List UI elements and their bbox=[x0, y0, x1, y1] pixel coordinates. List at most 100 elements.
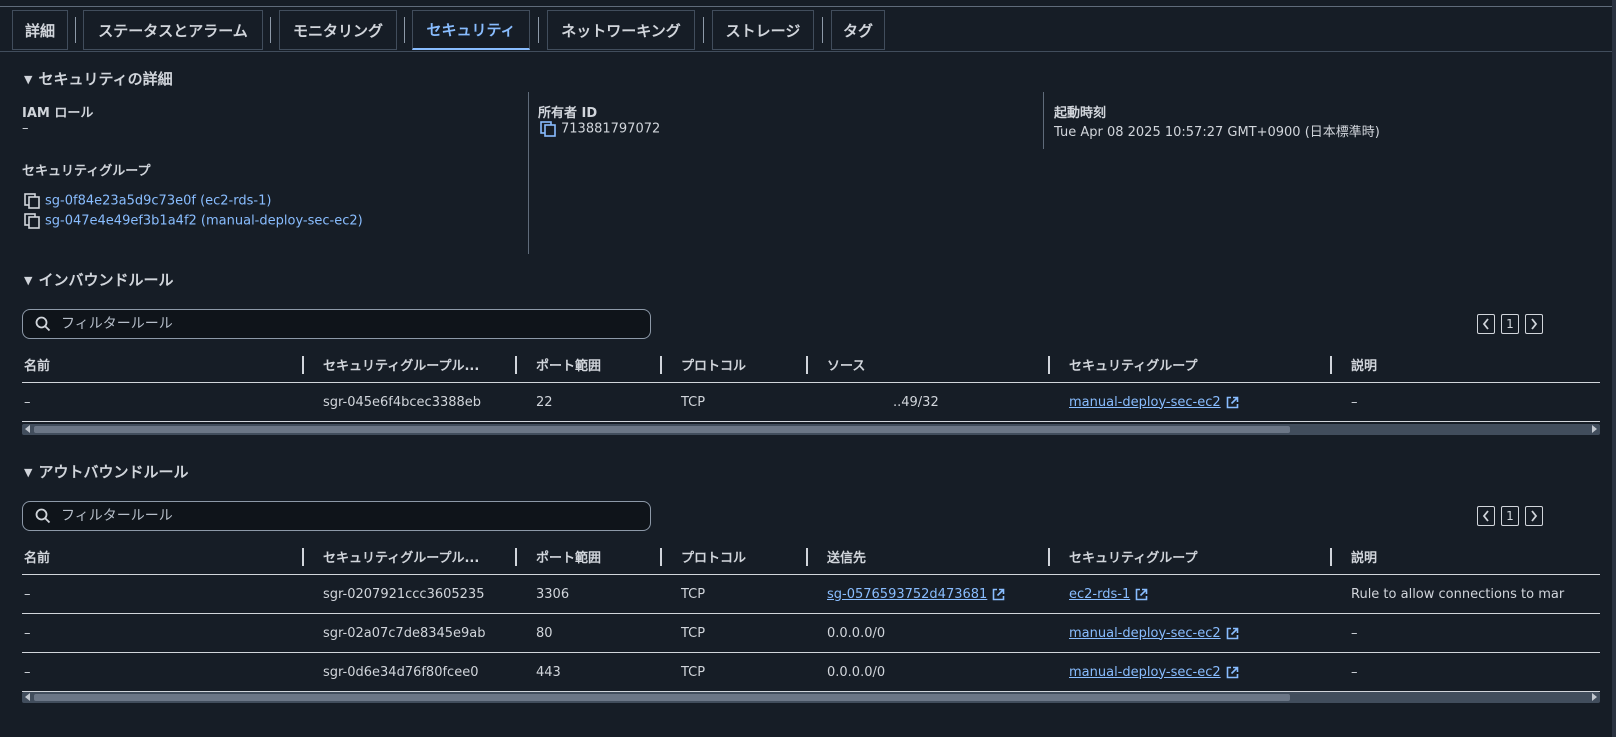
search-icon bbox=[35, 316, 51, 332]
prev-page-button[interactable] bbox=[1477, 314, 1495, 334]
cell-port: 3306 bbox=[536, 586, 570, 602]
column-header-protocol[interactable]: プロトコル bbox=[681, 346, 746, 382]
cell-description: – bbox=[1351, 664, 1358, 680]
horizontal-scrollbar[interactable] bbox=[22, 424, 1600, 435]
outbound-table-header: 名前 セキュリティグループル... ポート範囲 プロトコル 送信先 セキュリティ… bbox=[22, 538, 1600, 575]
column-header-source[interactable]: ソース bbox=[827, 346, 865, 382]
page-number-button[interactable]: 1 bbox=[1501, 314, 1519, 334]
chevron-right-icon bbox=[1531, 318, 1538, 330]
vertical-scrollbar[interactable] bbox=[1612, 0, 1616, 737]
tab-separator bbox=[75, 17, 76, 43]
scroll-right-icon[interactable] bbox=[1592, 693, 1597, 701]
security-group-link[interactable]: manual-deploy-sec-ec2 bbox=[1069, 626, 1221, 641]
column-header-port[interactable]: ポート範囲 bbox=[536, 346, 601, 382]
search-icon bbox=[35, 508, 51, 524]
column-header-rule-id[interactable]: セキュリティグループル... bbox=[323, 538, 479, 574]
caret-down-icon: ▼ bbox=[24, 73, 33, 86]
scrollbar-thumb[interactable] bbox=[34, 694, 1290, 701]
destination-link[interactable]: sg-0576593752d473681 bbox=[827, 587, 987, 602]
table-row: – sgr-045e6f4bcec3388eb 22 TCP ..49/32 m… bbox=[22, 383, 1600, 422]
tab-security[interactable]: セキュリティ bbox=[412, 10, 530, 50]
column-header-name[interactable]: 名前 bbox=[24, 346, 50, 382]
cell-destination: 0.0.0.0/0 bbox=[827, 625, 886, 641]
column-resizer[interactable] bbox=[1330, 356, 1332, 374]
inbound-rules-toggle[interactable]: ▼ インバウンドルール bbox=[24, 269, 173, 290]
tab-tags[interactable]: タグ bbox=[831, 10, 885, 50]
copy-icon[interactable] bbox=[540, 121, 558, 137]
security-group-link[interactable]: ec2-rds-1 bbox=[1069, 587, 1130, 602]
copy-icon[interactable] bbox=[24, 213, 42, 229]
column-resizer[interactable] bbox=[1048, 548, 1050, 566]
outbound-filter-search bbox=[22, 501, 651, 531]
column-header-security-group[interactable]: セキュリティグループ bbox=[1069, 538, 1197, 574]
launch-time-label: 起動時刻 bbox=[1054, 106, 1107, 121]
cell-description: – bbox=[1351, 625, 1358, 641]
column-header-description[interactable]: 説明 bbox=[1351, 538, 1377, 574]
cell-port: 443 bbox=[536, 664, 561, 680]
outbound-filter-input[interactable] bbox=[59, 507, 623, 525]
scroll-left-icon[interactable] bbox=[25, 693, 30, 701]
column-resizer[interactable] bbox=[515, 548, 517, 566]
scroll-left-icon[interactable] bbox=[25, 425, 30, 433]
column-resizer[interactable] bbox=[302, 356, 304, 374]
cell-source: ..49/32 bbox=[893, 394, 939, 410]
cell-port: 80 bbox=[536, 625, 553, 641]
chevron-left-icon bbox=[1482, 318, 1489, 330]
column-resizer[interactable] bbox=[660, 356, 662, 374]
prev-page-button[interactable] bbox=[1477, 506, 1495, 526]
column-header-protocol[interactable]: プロトコル bbox=[681, 538, 746, 574]
next-page-button[interactable] bbox=[1525, 506, 1543, 526]
tab-monitoring[interactable]: モニタリング bbox=[279, 10, 397, 50]
column-resizer[interactable] bbox=[1048, 356, 1050, 374]
caret-down-icon: ▼ bbox=[24, 466, 33, 479]
scrollbar-thumb[interactable] bbox=[34, 426, 1290, 433]
column-header-description[interactable]: 説明 bbox=[1351, 346, 1377, 382]
launch-time-value: Tue Apr 08 2025 10:57:27 GMT+0900 (日本標準時… bbox=[1054, 125, 1380, 140]
next-page-button[interactable] bbox=[1525, 314, 1543, 334]
security-group-link[interactable]: manual-deploy-sec-ec2 bbox=[1069, 395, 1221, 410]
tab-separator bbox=[270, 17, 271, 43]
cell-name: – bbox=[24, 664, 31, 680]
column-resizer[interactable] bbox=[806, 548, 808, 566]
outbound-pagination: 1 bbox=[1477, 506, 1543, 526]
column-resizer[interactable] bbox=[302, 548, 304, 566]
security-group-link[interactable]: sg-047e4e49ef3b1a4f2 (manual-deploy-sec-… bbox=[45, 214, 363, 229]
tab-details[interactable]: 詳細 bbox=[12, 10, 68, 50]
tab-status-alarms[interactable]: ステータスとアラーム bbox=[83, 10, 263, 50]
column-header-port[interactable]: ポート範囲 bbox=[536, 538, 601, 574]
column-header-rule-id[interactable]: セキュリティグループル... bbox=[323, 346, 479, 382]
inbound-filter-input[interactable] bbox=[59, 315, 623, 333]
cell-security-group: manual-deploy-sec-ec2 bbox=[1069, 653, 1239, 691]
scroll-right-icon[interactable] bbox=[1592, 425, 1597, 433]
cell-protocol: TCP bbox=[681, 664, 706, 680]
external-link-icon bbox=[1226, 627, 1238, 639]
security-group-item: sg-0f84e23a5d9c73e0f (ec2-rds-1) bbox=[24, 193, 271, 209]
external-link-icon bbox=[1135, 588, 1148, 600]
tab-networking[interactable]: ネットワーキング bbox=[547, 10, 695, 50]
cell-security-group: ec2-rds-1 bbox=[1069, 575, 1148, 613]
cell-description: Rule to allow connections to mar bbox=[1351, 586, 1565, 602]
column-header-name[interactable]: 名前 bbox=[24, 538, 50, 574]
column-resizer[interactable] bbox=[1330, 548, 1332, 566]
table-row: – sgr-0d6e34d76f80fcee0 443 TCP 0.0.0.0/… bbox=[22, 653, 1600, 692]
column-resizer[interactable] bbox=[660, 548, 662, 566]
tab-separator bbox=[703, 17, 704, 43]
tab-storage[interactable]: ストレージ bbox=[712, 10, 814, 50]
security-details-toggle[interactable]: ▼ セキュリティの詳細 bbox=[24, 68, 173, 89]
owner-id-row: 713881797072 bbox=[540, 121, 660, 137]
security-group-link[interactable]: sg-0f84e23a5d9c73e0f (ec2-rds-1) bbox=[45, 194, 271, 209]
horizontal-scrollbar[interactable] bbox=[22, 692, 1600, 703]
page-number-button[interactable]: 1 bbox=[1501, 506, 1519, 526]
column-header-security-group[interactable]: セキュリティグループ bbox=[1069, 346, 1197, 382]
outbound-rules-title: アウトバウンドルール bbox=[38, 463, 189, 481]
cell-protocol: TCP bbox=[681, 625, 706, 641]
column-header-destination[interactable]: 送信先 bbox=[827, 538, 866, 574]
cell-rule-id: sgr-0d6e34d76f80fcee0 bbox=[323, 664, 479, 680]
security-group-link[interactable]: manual-deploy-sec-ec2 bbox=[1069, 665, 1221, 680]
copy-icon[interactable] bbox=[24, 193, 42, 209]
column-resizer[interactable] bbox=[806, 356, 808, 374]
column-resizer[interactable] bbox=[515, 356, 517, 374]
outbound-rules-toggle[interactable]: ▼ アウトバウンドルール bbox=[24, 461, 188, 482]
inbound-filter-search bbox=[22, 309, 651, 339]
cell-rule-id: sgr-02a07c7de8345e9ab bbox=[323, 625, 486, 641]
